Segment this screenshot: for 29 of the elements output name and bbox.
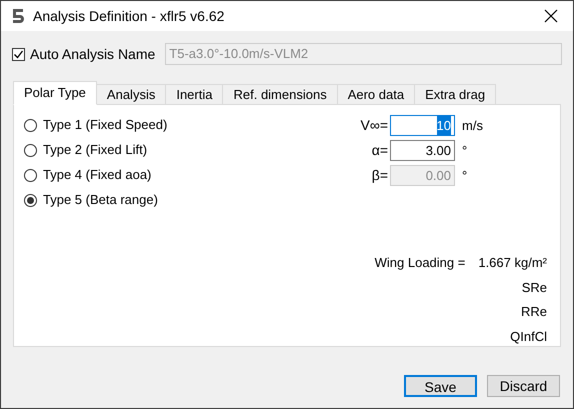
unit-label: ° [462,166,468,185]
radio-label: Type 5 (Beta range) [43,191,158,210]
tab[interactable]: Polar Type [13,81,97,105]
tab[interactable]: Analysis [96,84,166,105]
field-label: α= [370,141,388,160]
dialog-button[interactable]: Discard [487,375,560,397]
radio-label: Type 1 (Fixed Speed) [43,116,168,134]
radio-button[interactable] [24,118,37,132]
input-field[interactable]: 10 [390,115,455,136]
unit-label: m/s [462,116,483,135]
wing-loading-label: Wing Loading = [374,254,466,272]
result-label: RRe [520,303,547,321]
dialog-button[interactable]: Save [404,375,477,397]
result-label: QInfCl [510,328,547,346]
input-field[interactable]: 3.00 [390,140,455,161]
radio-button[interactable] [24,144,37,156]
wing-loading-value: 1.667 kg/m² [478,254,547,272]
tab[interactable]: Extra drag [414,84,496,105]
radio-button[interactable] [24,168,37,182]
unit-label: ° [462,142,468,160]
window-title: Analysis Definition - xflr5 v6.62 [33,6,224,26]
result-label: SRe [522,278,547,296]
field-label: β= [370,166,388,185]
close-icon [544,9,558,23]
field-label: V∞= [360,116,388,135]
radio-button[interactable] [24,194,37,206]
radio-label: Type 4 (Fixed aoa) [43,166,152,184]
radio-label: Type 2 (Fixed Lift) [43,141,148,160]
checkbox-label: Auto Analysis Name [30,44,156,64]
